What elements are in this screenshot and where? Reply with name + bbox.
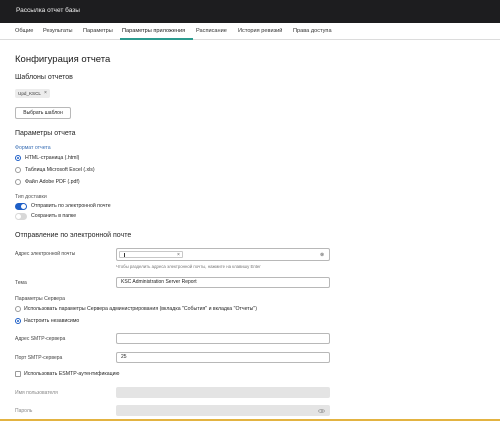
text-caret bbox=[124, 253, 125, 257]
format-html-radio[interactable] bbox=[15, 155, 21, 161]
email-delivery-label: Отправить по электронной почте bbox=[31, 203, 111, 209]
smtp-server-label: Адрес SMTP-сервера bbox=[15, 336, 66, 342]
active-tab-indicator bbox=[120, 38, 193, 40]
format-pdf-radio[interactable] bbox=[15, 179, 21, 185]
tab-results[interactable]: Результаты bbox=[43, 28, 72, 34]
format-html-label: HTML-страница (.html) bbox=[25, 155, 80, 161]
email-heading: Отправление по электронной почте bbox=[15, 232, 132, 239]
folder-delivery-label: Сохранить в папке bbox=[31, 213, 77, 219]
password-label: Пароль bbox=[15, 408, 33, 414]
smtp-server-input[interactable] bbox=[116, 333, 330, 344]
subject-input[interactable]: KSC Administration Server Report bbox=[116, 277, 330, 288]
subject-label: Тема bbox=[15, 280, 27, 286]
template-chip-label: Upd_KSCL bbox=[18, 91, 41, 96]
token-clear-icon[interactable]: × bbox=[177, 253, 180, 258]
field-clear-icon[interactable]: ⊗ bbox=[320, 253, 324, 258]
email-address-label: Адрес электронной почты bbox=[15, 251, 76, 257]
configure-independently-radio[interactable] bbox=[15, 318, 21, 324]
window-title: Рассылка отчет базы bbox=[16, 7, 80, 14]
email-token-input[interactable]: × bbox=[119, 251, 183, 258]
tab-bar: Общие Результаты Параметры Параметры при… bbox=[0, 23, 500, 40]
server-params-caption: Параметры Сервера bbox=[15, 296, 65, 302]
esmtp-auth-checkbox[interactable] bbox=[15, 371, 21, 377]
use-admin-server-label: Использовать параметры Сервера администр… bbox=[24, 306, 257, 312]
tab-app-parameters[interactable]: Параметры приложения bbox=[122, 28, 185, 34]
templates-heading: Шаблоны отчетов bbox=[15, 74, 73, 81]
tab-access-rights[interactable]: Права доступа bbox=[293, 28, 332, 34]
esmtp-auth-label: Использовать ESMTP-аутентификацию bbox=[24, 371, 120, 377]
username-label: Имя пользователя bbox=[15, 390, 58, 396]
format-xls-radio[interactable] bbox=[15, 167, 21, 173]
template-chip: Upd_KSCL × bbox=[15, 89, 50, 98]
password-input bbox=[116, 405, 330, 416]
configure-independently-label: Настроить независимо bbox=[24, 318, 80, 324]
tab-schedule[interactable]: Расписание bbox=[196, 28, 227, 34]
format-xls-label: Таблица Microsoft Excel (.xls) bbox=[25, 167, 95, 173]
tab-revision-history[interactable]: История ревизий bbox=[238, 28, 282, 34]
select-template-button[interactable]: Выбрать шаблон bbox=[15, 107, 71, 119]
report-params-heading: Параметры отчета bbox=[15, 130, 76, 137]
email-delivery-toggle[interactable] bbox=[15, 203, 27, 210]
email-address-field[interactable]: × ⊗ bbox=[116, 248, 330, 261]
username-input bbox=[116, 387, 330, 398]
show-password-icon[interactable] bbox=[318, 409, 325, 413]
chip-remove-icon[interactable]: × bbox=[44, 89, 47, 98]
email-address-hint: Чтобы разделить адреса электронной почты… bbox=[116, 264, 261, 269]
format-pdf-label: Файл Adobe PDF (.pdf) bbox=[25, 179, 80, 185]
folder-delivery-toggle[interactable] bbox=[15, 213, 27, 220]
title-bar: Рассылка отчет базы bbox=[0, 0, 500, 23]
use-admin-server-radio[interactable] bbox=[15, 306, 21, 312]
tab-general[interactable]: Общие bbox=[15, 28, 33, 34]
smtp-port-label: Порт SMTP-сервера bbox=[15, 355, 63, 361]
delivery-caption: Тип доставки bbox=[15, 194, 47, 200]
format-caption: Формат отчета bbox=[15, 145, 51, 151]
page-title: Конфигурация отчета bbox=[15, 54, 111, 65]
tab-parameters[interactable]: Параметры bbox=[83, 28, 113, 34]
smtp-port-input[interactable]: 25 bbox=[116, 352, 330, 363]
